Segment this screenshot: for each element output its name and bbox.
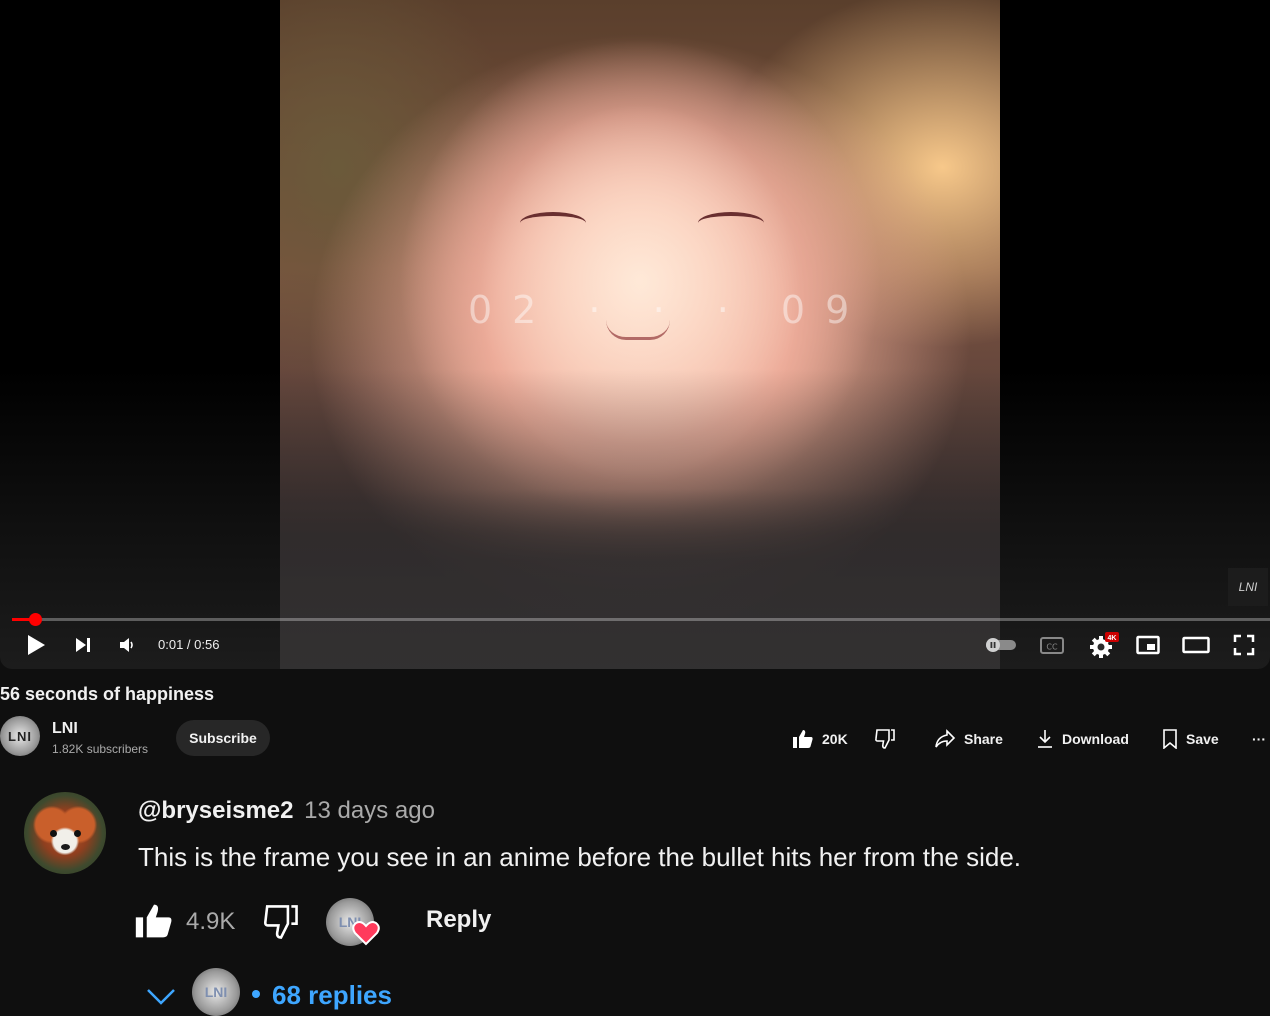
next-button[interactable] <box>70 626 96 664</box>
more-icon: ··· <box>1252 731 1266 747</box>
miniplayer-button[interactable] <box>1134 626 1162 664</box>
avatar-nose <box>61 844 70 850</box>
save-button[interactable]: Save <box>1162 724 1219 754</box>
replies-count[interactable]: 68 replies <box>272 980 392 1011</box>
player-controls: 0:01 / 0:56 CC 4K <box>0 626 1270 664</box>
download-icon <box>1038 730 1052 748</box>
illustration-eye-right <box>698 212 764 234</box>
mute-button[interactable] <box>116 626 138 664</box>
more-actions-button[interactable]: ··· <box>1252 724 1266 754</box>
theater-icon <box>1182 636 1210 654</box>
illustration-eye-left <box>520 212 586 234</box>
thumbs-down-icon <box>875 729 895 749</box>
share-label: Share <box>964 731 1003 747</box>
commenter-avatar[interactable] <box>24 792 106 874</box>
thumbs-up-icon <box>793 730 813 748</box>
subscribe-button[interactable]: Subscribe <box>176 720 270 756</box>
time-display: 0:01 / 0:56 <box>158 637 219 652</box>
settings-icon: 4K <box>1090 632 1119 658</box>
like-button[interactable]: 20K <box>792 724 848 754</box>
download-button[interactable]: Download <box>1036 724 1129 754</box>
save-label: Save <box>1186 731 1219 747</box>
comment-header: @bryseisme2 13 days ago <box>138 797 435 825</box>
replies-dot <box>252 990 260 998</box>
bookmark-icon <box>1163 729 1177 749</box>
download-label: Download <box>1062 731 1129 747</box>
comment-author[interactable]: @bryseisme2 <box>138 797 294 824</box>
subscriber-count: 1.82K subscribers <box>52 742 149 756</box>
autoplay-toggle-icon <box>986 638 1016 652</box>
share-button[interactable]: Share <box>934 724 1003 754</box>
time-separator: / <box>183 637 195 652</box>
fullscreen-icon <box>1233 634 1255 656</box>
svg-text:CC: CC <box>1046 643 1058 652</box>
comment-actions: 4.9K LNI Reply <box>134 898 734 946</box>
avatar-eye-right <box>74 830 81 837</box>
heart-icon <box>352 921 380 946</box>
video-player[interactable]: 02 · · · 09 LNI 0:01 / 0:56 CC 4K <box>0 0 1270 669</box>
captions-button[interactable]: CC <box>1036 626 1068 664</box>
play-icon <box>28 635 45 655</box>
replies-toggle[interactable]: LNI 68 replies <box>146 966 546 1016</box>
video-title: 56 seconds of happiness <box>0 684 215 704</box>
channel-name[interactable]: LNI <box>52 720 78 738</box>
comment-timestamp[interactable]: 13 days ago <box>304 797 435 824</box>
channel-avatar[interactable]: LNI <box>0 716 40 756</box>
chevron-down-icon <box>147 989 175 1005</box>
miniplayer-icon <box>1136 635 1160 655</box>
captions-icon: CC <box>1040 637 1064 654</box>
comment-dislike-button[interactable] <box>262 904 300 940</box>
progress-bar[interactable] <box>12 613 1270 626</box>
autoplay-toggle[interactable] <box>980 626 1020 664</box>
reply-button[interactable]: Reply <box>426 906 491 934</box>
quality-badge: 4K <box>1108 635 1117 642</box>
video-frame[interactable] <box>280 0 1000 669</box>
settings-button[interactable]: 4K <box>1084 626 1120 664</box>
channel-watermark[interactable]: LNI <box>1228 568 1268 606</box>
progress-scrubber[interactable] <box>28 613 42 626</box>
fullscreen-button[interactable] <box>1230 626 1258 664</box>
like-count: 20K <box>822 731 848 747</box>
next-icon <box>76 638 90 652</box>
dislike-button[interactable] <box>874 724 896 754</box>
video-overlay-text: 02 · · · 09 <box>468 288 870 332</box>
comment-like-button[interactable] <box>134 902 174 940</box>
share-icon <box>935 729 956 748</box>
comment-text: This is the frame you see in an anime be… <box>138 842 1022 872</box>
time-total: 0:56 <box>194 637 220 652</box>
volume-icon <box>120 638 133 652</box>
comment-like-count: 4.9K <box>186 908 236 935</box>
time-current: 0:01 <box>158 637 184 652</box>
theater-button[interactable] <box>1180 626 1212 664</box>
channel-row: LNI LNI 1.82K subscribers Subscribe 20K … <box>0 716 1270 760</box>
play-button[interactable] <box>22 626 50 664</box>
replies-creator-avatar: LNI <box>192 968 240 1016</box>
avatar-eye-left <box>50 830 57 837</box>
